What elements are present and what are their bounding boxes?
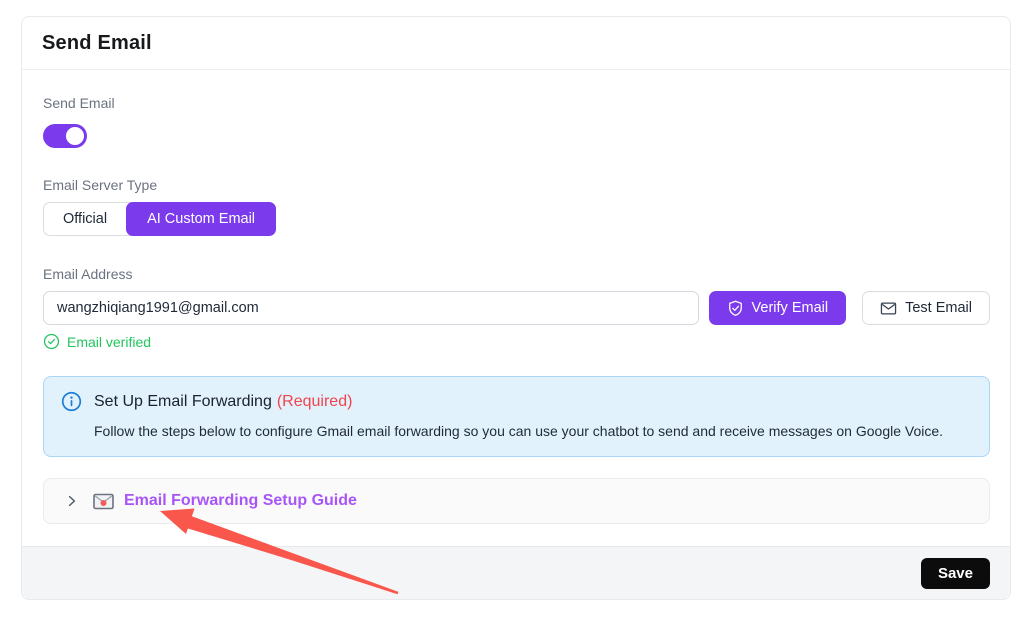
email-address-label: Email Address — [43, 266, 990, 282]
email-address-input[interactable] — [43, 291, 699, 325]
shield-check-icon — [727, 300, 744, 317]
toggle-knob — [66, 127, 84, 145]
server-type-option-ai-custom-email[interactable]: AI Custom Email — [126, 202, 276, 236]
mail-icon — [880, 300, 897, 317]
save-button[interactable]: Save — [921, 558, 990, 589]
info-box-description: Follow the steps below to configure Gmai… — [94, 422, 973, 440]
server-type-option-official[interactable]: Official — [44, 203, 126, 235]
email-verified-text: Email verified — [67, 334, 151, 350]
chevron-right-icon[interactable] — [64, 493, 80, 509]
envelope-seal-icon — [93, 493, 114, 510]
test-email-button-label: Test Email — [905, 300, 972, 316]
send-email-toggle-label: Send Email — [43, 95, 990, 111]
card-body: Send Email Email Server Type Official AI… — [22, 70, 1010, 524]
guide-title: Email Forwarding Setup Guide — [124, 492, 357, 510]
card-header: Send Email — [22, 17, 1010, 70]
verify-email-button[interactable]: Verify Email — [709, 291, 847, 325]
verify-email-button-label: Verify Email — [752, 300, 829, 316]
card-footer: Save — [22, 546, 1010, 599]
check-circle-icon — [43, 333, 60, 350]
page-title: Send Email — [42, 32, 152, 55]
info-box-title: Set Up Email Forwarding — [94, 393, 272, 411]
send-email-card: Send Email Send Email Email Server Type … — [21, 16, 1011, 600]
email-verified-status: Email verified — [43, 333, 990, 350]
server-type-label: Email Server Type — [43, 177, 990, 193]
info-box-required-note: (Required) — [277, 393, 353, 411]
email-forwarding-info-box: Set Up Email Forwarding (Required) Follo… — [43, 376, 990, 457]
info-circle-icon — [61, 391, 82, 412]
email-address-row: Verify Email Test Email — [43, 291, 990, 325]
email-forwarding-guide-expander[interactable]: Email Forwarding Setup Guide — [43, 478, 990, 524]
send-email-toggle[interactable] — [43, 124, 87, 148]
info-box-header: Set Up Email Forwarding (Required) — [61, 391, 973, 412]
test-email-button[interactable]: Test Email — [862, 291, 990, 325]
server-type-segmented-control: Official AI Custom Email — [43, 202, 276, 236]
